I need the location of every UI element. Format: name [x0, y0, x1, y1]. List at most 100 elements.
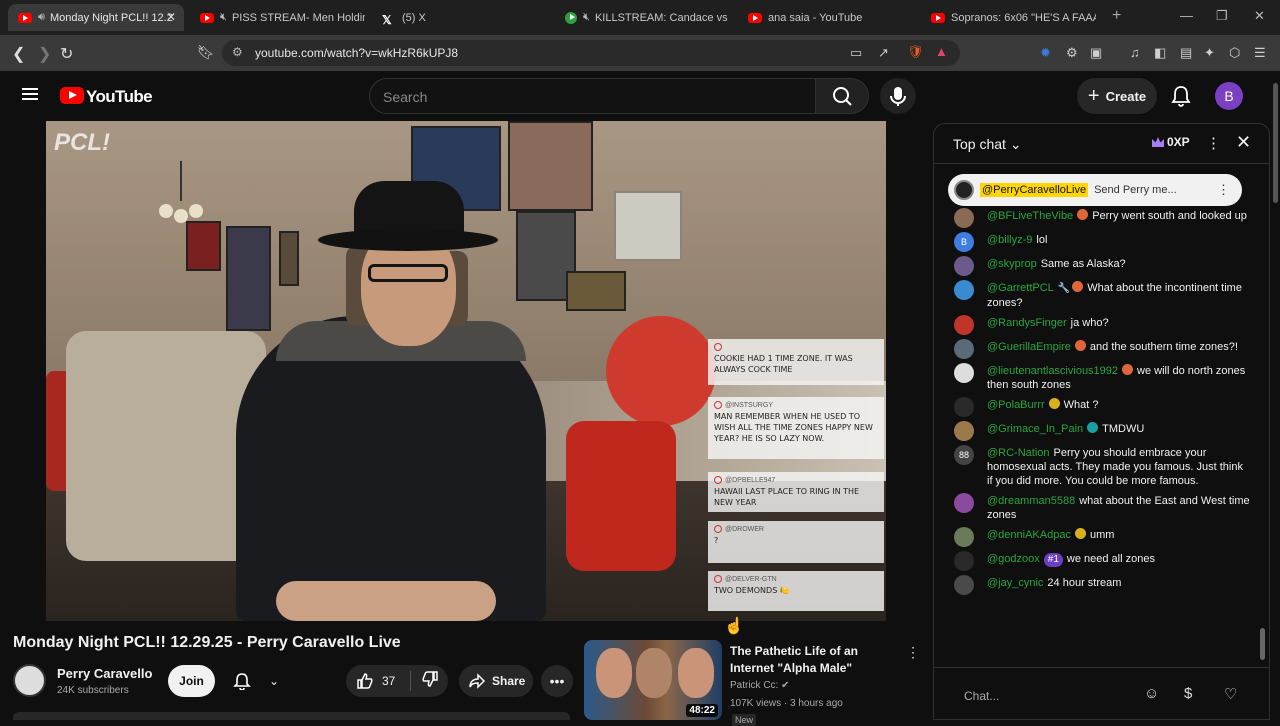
tab-ana-saia[interactable]: ana saia - YouTube — [738, 4, 913, 31]
tab-killstream[interactable]: 🔇︎ KILLSTREAM: Candace vs Al — [555, 4, 730, 31]
chat-avatar[interactable] — [954, 397, 974, 417]
chat-author[interactable]: @godzoox — [987, 553, 1040, 565]
chat-message[interactable]: @PolaBurrr What ? — [934, 395, 1258, 419]
chat-message[interactable]: @BFLiveTheVibe Perry went south and looke… — [934, 206, 1258, 230]
extensions-icon[interactable]: ⚙︎ — [1066, 45, 1078, 61]
channel-avatar[interactable] — [13, 664, 46, 697]
recommended-channel[interactable]: Patrick Cc: ✔ — [730, 680, 790, 691]
chat-message[interactable]: @lieutenantlascivious1992 we will do nort… — [934, 361, 1258, 395]
maximize-icon[interactable]: ❐ — [1216, 8, 1228, 24]
vpn-icon[interactable]: ⬡ — [1229, 45, 1240, 61]
chat-message[interactable]: 88 @RC-Nation Perry you should embrace you… — [934, 443, 1258, 491]
tab-x[interactable]: 𝕏 (5) X — [372, 4, 547, 31]
pinned-message[interactable]: @PerryCaravelloLive Send Perry me... ⋮ — [948, 174, 1242, 206]
close-chat-icon[interactable]: ✕ — [1236, 132, 1251, 153]
new-tab-icon[interactable]: + — [1112, 7, 1121, 25]
guide-menu-icon[interactable] — [22, 88, 38, 100]
recommended-title[interactable]: The Pathetic Life of an Internet "Alpha … — [730, 643, 900, 677]
menu-icon[interactable]: ☰ — [1254, 45, 1266, 61]
chat-message[interactable]: @GuerillaEmpire and the southern time zon… — [934, 337, 1258, 361]
chat-message[interactable]: @Grimace_In_Pain TMDWU — [934, 419, 1258, 443]
chat-message[interactable]: @dreamman5588 what about the East and Wes… — [934, 491, 1258, 525]
share-page-icon[interactable]: ↗ — [878, 45, 889, 61]
wallet-icon[interactable]: ▣ — [1090, 45, 1102, 61]
xp-badge[interactable]: 0XP — [1152, 135, 1190, 149]
chat-avatar[interactable] — [954, 280, 974, 300]
chat-avatar[interactable] — [954, 315, 974, 335]
search-input[interactable]: Search — [369, 78, 816, 114]
super-chat-icon[interactable]: $ — [1184, 685, 1192, 702]
bookmark-icon[interactable]: 🔖︎ — [197, 44, 215, 61]
url-bar[interactable]: ⚙︎ youtube.com/watch?v=wkHzR6kUPJ8 ▭ ↗ 🛡… — [222, 40, 960, 66]
like-button[interactable]: 37 — [346, 672, 410, 690]
reload-icon[interactable]: ↻ — [60, 44, 73, 64]
more-vertical-icon[interactable]: ⋮ — [1217, 182, 1230, 198]
chat-message[interactable]: @denniAKAdpac umm — [934, 525, 1258, 549]
chat-avatar[interactable] — [954, 575, 974, 595]
chat-message[interactable]: @godzoox #1 we need all zones — [934, 549, 1258, 573]
youtube-logo-icon[interactable] — [60, 87, 84, 104]
more-vertical-icon[interactable]: ⋮ — [1206, 134, 1221, 152]
chat-avatar[interactable] — [954, 363, 974, 383]
scrollbar-thumb[interactable] — [1260, 628, 1265, 660]
close-icon[interactable]: ✕ — [166, 10, 176, 24]
chat-avatar[interactable] — [954, 339, 974, 359]
chat-avatar[interactable] — [954, 256, 974, 276]
chat-mode-dropdown[interactable]: Top chat ⌄ — [953, 136, 1022, 153]
recommended-thumbnail[interactable]: 48:22 — [584, 640, 722, 720]
back-icon[interactable]: ❮ — [12, 44, 25, 64]
chat-avatar[interactable] — [954, 527, 974, 547]
window-close-icon[interactable]: ✕ — [1254, 8, 1265, 24]
chat-author[interactable]: @RC-Nation — [987, 447, 1050, 459]
dislike-button[interactable] — [411, 670, 439, 693]
chat-author[interactable]: @GuerillaEmpire — [987, 341, 1071, 353]
brave-rewards-icon[interactable]: ▲ — [935, 44, 948, 59]
voice-search-button[interactable] — [880, 78, 916, 114]
chat-author[interactable]: @jay_cynic — [987, 577, 1043, 589]
chat-scrollbar[interactable] — [1260, 168, 1265, 668]
chat-author[interactable]: @billyz-9 — [987, 234, 1032, 246]
chat-message[interactable]: @jay_cynic 24 hour stream — [934, 573, 1258, 597]
media-icon[interactable]: ♫ — [1130, 45, 1140, 60]
tab-sopranos[interactable]: Sopranos: 6x06 "HE'S A FAAAG" — [921, 4, 1096, 31]
chat-message[interactable]: @skyprop Same as Alaska? — [934, 254, 1258, 278]
wallet-card-icon[interactable]: ▤ — [1180, 45, 1192, 61]
chat-author[interactable]: @denniAKAdpac — [987, 529, 1071, 541]
channel-name[interactable]: Perry Caravello — [57, 666, 152, 681]
tab-monday-night-pcl[interactable]: 🔊︎ Monday Night PCL!! 12.2 ✕ — [8, 4, 184, 31]
extension-blue-icon[interactable]: ✹ — [1040, 45, 1051, 61]
chat-avatar[interactable] — [954, 551, 974, 571]
chat-author[interactable]: @Grimace_In_Pain — [987, 423, 1083, 435]
chat-avatar[interactable]: 88 — [954, 445, 974, 465]
tab-piss-stream[interactable]: 🔇︎ PISS STREAM- Men Holding — [190, 4, 365, 31]
chat-message[interactable]: B @billyz-9 lol — [934, 230, 1258, 254]
chat-avatar[interactable] — [954, 421, 974, 441]
chat-author[interactable]: @dreamman5588 — [987, 495, 1075, 507]
notifications-icon[interactable] — [1170, 85, 1192, 107]
minimize-icon[interactable]: — — [1180, 8, 1193, 23]
chat-avatar[interactable] — [954, 208, 974, 228]
video-player[interactable]: PCL! COOKIE HAD 1 TIME ZONE. IT WAS ALWA… — [0, 121, 932, 635]
chat-author[interactable]: @PolaBurrr — [987, 399, 1045, 411]
chat-message[interactable]: @RandysFinger ja who? — [934, 313, 1258, 337]
chat-input[interactable]: Chat... — [952, 682, 1142, 710]
brave-shield-icon[interactable]: 🛡︎ — [907, 44, 924, 60]
site-info-icon[interactable]: ⚙︎ — [232, 45, 243, 59]
share-button[interactable]: Share — [459, 665, 533, 697]
account-avatar[interactable]: B — [1215, 82, 1243, 110]
chat-author[interactable]: @GarrettPCL — [987, 282, 1054, 294]
chat-avatar[interactable]: B — [954, 232, 974, 252]
chat-author[interactable]: @skyprop — [987, 258, 1037, 270]
emoji-icon[interactable]: ☺ — [1144, 685, 1159, 702]
more-vertical-icon[interactable]: ⋮ — [906, 644, 920, 661]
heart-icon[interactable]: ♡ — [1224, 685, 1237, 703]
cast-icon[interactable]: ▭ — [850, 45, 862, 61]
chat-author[interactable]: @RandysFinger — [987, 317, 1067, 329]
page-scrollbar[interactable] — [1271, 71, 1280, 720]
forward-icon[interactable]: ❯ — [38, 44, 51, 64]
search-button[interactable] — [815, 78, 869, 114]
chat-message[interactable]: @GarrettPCL 🔧 What about the incontinent t… — [934, 278, 1258, 313]
video-frame[interactable]: PCL! COOKIE HAD 1 TIME ZONE. IT WAS ALWA… — [46, 121, 886, 621]
notification-settings-button[interactable]: ⌄ — [225, 665, 285, 697]
sidebar-icon[interactable]: ◧ — [1154, 45, 1166, 61]
